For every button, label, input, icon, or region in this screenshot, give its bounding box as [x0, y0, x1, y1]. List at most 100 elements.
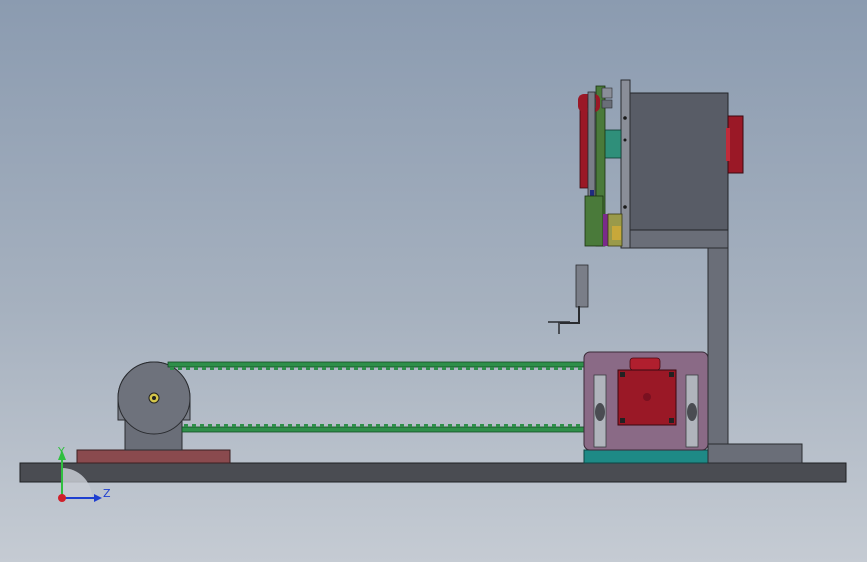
belt-tooth — [288, 424, 292, 427]
belt-tooth — [458, 367, 462, 370]
belt-tooth — [522, 367, 526, 370]
teal-coupling — [602, 129, 622, 159]
plate-screw-1 — [623, 116, 627, 120]
belt-tooth — [186, 367, 190, 370]
belt-tooth — [506, 367, 510, 370]
motor-shaft — [643, 393, 651, 401]
belt-tooth — [280, 424, 284, 427]
belt-tooth — [536, 424, 540, 427]
belt-tooth — [360, 424, 364, 427]
belt-tooth — [554, 367, 558, 370]
belt-tooth — [264, 424, 268, 427]
belt-tooth — [208, 424, 212, 427]
belt-tooth — [490, 367, 494, 370]
base-plate — [19, 462, 847, 483]
red-motor-fin — [726, 128, 730, 161]
slot-bolt-right — [687, 403, 697, 421]
belt-tooth — [416, 424, 420, 427]
belt-tooth — [426, 367, 430, 370]
belt-tooth — [346, 367, 350, 370]
belt-tooth — [290, 367, 294, 370]
belt-tooth — [234, 367, 238, 370]
belt-tooth — [298, 367, 302, 370]
belt-tooth — [552, 424, 556, 427]
belt-tooth — [218, 367, 222, 370]
belt-tooth — [306, 367, 310, 370]
belt-tooth — [328, 424, 332, 427]
belt-tooth — [568, 424, 572, 427]
belt-tooth — [370, 367, 374, 370]
belt-tooth — [402, 367, 406, 370]
belt-tooth — [418, 367, 422, 370]
belt-tooth — [576, 424, 580, 427]
belt-tooth — [424, 424, 428, 427]
belt-tooth — [384, 424, 388, 427]
belt-tooth — [314, 367, 318, 370]
belt-tooth — [482, 367, 486, 370]
belt-tooth — [226, 367, 230, 370]
belt-tooth — [336, 424, 340, 427]
slot-bolt-left — [595, 403, 605, 421]
belt-tooth — [258, 367, 262, 370]
pulley-stand-pad — [76, 449, 231, 464]
motor-corner-br — [669, 418, 674, 423]
assembly-drawing: Y Z — [19, 79, 847, 502]
belt-tooth — [330, 367, 334, 370]
belt-tooth — [192, 424, 196, 427]
belt-tooth — [170, 367, 174, 370]
belt-tooth — [440, 424, 444, 427]
belt-tooth — [474, 367, 478, 370]
belt-tooth — [248, 424, 252, 427]
belt-tooth — [296, 424, 300, 427]
belt-tooth — [362, 367, 366, 370]
belt-tooth — [530, 367, 534, 370]
belt-tooth — [410, 367, 414, 370]
belt-tooth — [432, 424, 436, 427]
y-axis-label: Y — [57, 445, 65, 458]
belt-tooth — [546, 367, 550, 370]
drive-motor-assembly — [583, 351, 709, 464]
teal-mount-plate — [583, 449, 709, 464]
gearbox-block — [629, 92, 729, 231]
belt-tooth — [466, 367, 470, 370]
plate-screw-2 — [623, 205, 627, 209]
belt-tooth — [250, 367, 254, 370]
probe-holder — [575, 264, 589, 308]
column-arm — [621, 229, 729, 249]
belt-teeth-lower — [184, 424, 580, 427]
belt-tooth — [442, 367, 446, 370]
belt-tooth — [338, 367, 342, 370]
belt-tooth — [282, 367, 286, 370]
motor-corner-tr — [669, 372, 674, 377]
belt-tooth — [520, 424, 524, 427]
belt-tooth — [178, 367, 182, 370]
motor-cap — [629, 357, 661, 371]
belt-tooth — [498, 367, 502, 370]
belt-tooth — [184, 424, 188, 427]
belt-tooth — [354, 367, 358, 370]
red-motor-right — [727, 115, 744, 174]
belt-tooth — [434, 367, 438, 370]
idler-pulley-assembly — [117, 361, 191, 451]
belt-tooth — [496, 424, 500, 427]
belt-tooth — [312, 424, 316, 427]
belt-tooth — [256, 424, 260, 427]
belt-tooth — [224, 424, 228, 427]
belt-tooth — [480, 424, 484, 427]
belt-tooth — [450, 367, 454, 370]
belt-tooth — [408, 424, 412, 427]
top-nut-1 — [601, 87, 613, 99]
belt-tooth — [320, 424, 324, 427]
belt-tooth — [304, 424, 308, 427]
belt-tooth — [266, 367, 270, 370]
belt-tooth — [562, 367, 566, 370]
gold-collar — [612, 226, 621, 240]
belt-tooth — [194, 367, 198, 370]
column-foot — [707, 443, 803, 464]
upper-head-assembly — [578, 79, 744, 249]
belt-upper-run — [167, 361, 587, 368]
belt-tooth — [274, 367, 278, 370]
belt-tooth — [216, 424, 220, 427]
belt-tooth — [344, 424, 348, 427]
belt-tooth — [488, 424, 492, 427]
